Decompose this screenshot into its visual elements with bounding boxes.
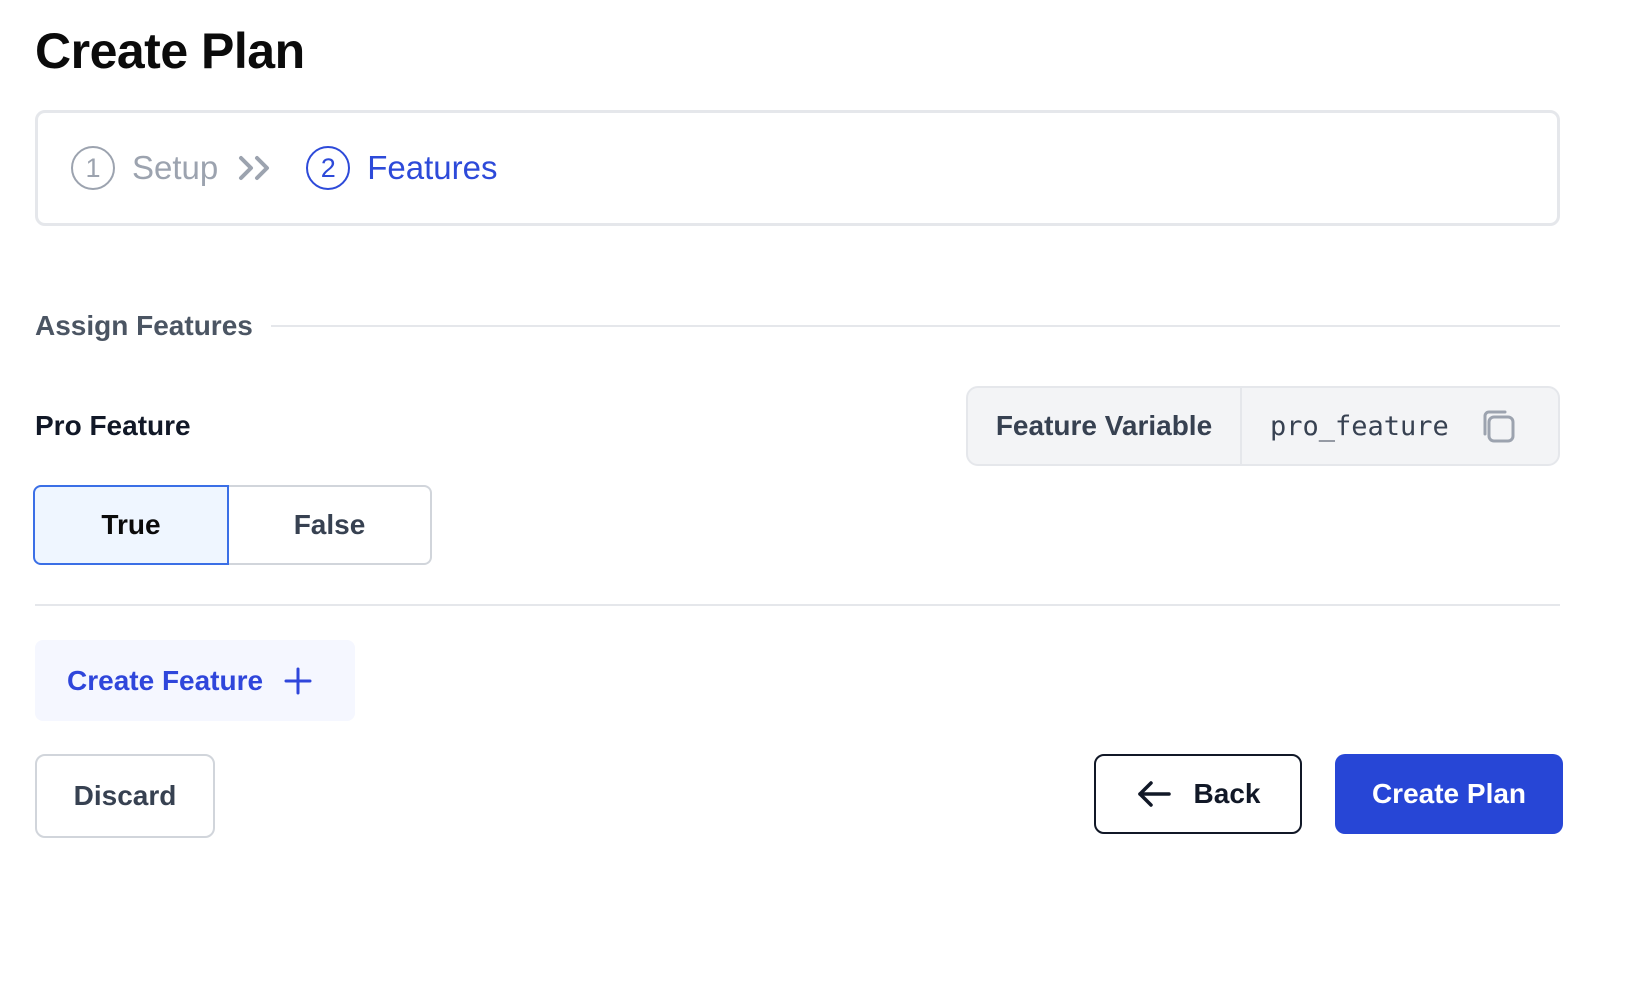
toggle-true[interactable]: True xyxy=(33,485,229,565)
feature-name: Pro Feature xyxy=(35,410,191,441)
step-number-circle: 2 xyxy=(306,146,351,190)
arrow-left-icon xyxy=(1136,779,1172,809)
section-title: Assign Features xyxy=(35,310,253,341)
page-title: Create Plan xyxy=(35,23,305,79)
step-label: Setup xyxy=(132,149,219,186)
toggle-false[interactable]: False xyxy=(229,485,432,565)
create-feature-button[interactable]: Create Feature xyxy=(35,640,355,721)
back-label: Back xyxy=(1193,778,1261,809)
section-header: Assign Features xyxy=(35,310,1560,342)
create-plan-button[interactable]: Create Plan xyxy=(1335,754,1563,834)
boolean-toggle-group: True False xyxy=(33,485,432,565)
step-features[interactable]: 2 Features xyxy=(306,146,497,190)
double-chevron-right-icon xyxy=(238,154,274,182)
step-label: Features xyxy=(367,149,498,186)
feature-variable-box: Feature Variable pro_feature xyxy=(966,386,1560,466)
step-setup[interactable]: 1 Setup xyxy=(71,146,218,190)
back-button[interactable]: Back xyxy=(1094,754,1302,834)
divider xyxy=(35,604,1560,606)
feature-variable-value: pro_feature xyxy=(1270,410,1449,442)
discard-button[interactable]: Discard xyxy=(35,754,215,838)
feature-variable-label: Feature Variable xyxy=(968,388,1242,464)
step-number-circle: 1 xyxy=(71,146,115,190)
section-divider xyxy=(270,325,1560,327)
create-feature-label: Create Feature xyxy=(67,664,264,696)
copy-icon[interactable] xyxy=(1479,407,1517,445)
plus-icon xyxy=(283,666,313,696)
stepper: 1 Setup 2 Features xyxy=(35,110,1560,226)
